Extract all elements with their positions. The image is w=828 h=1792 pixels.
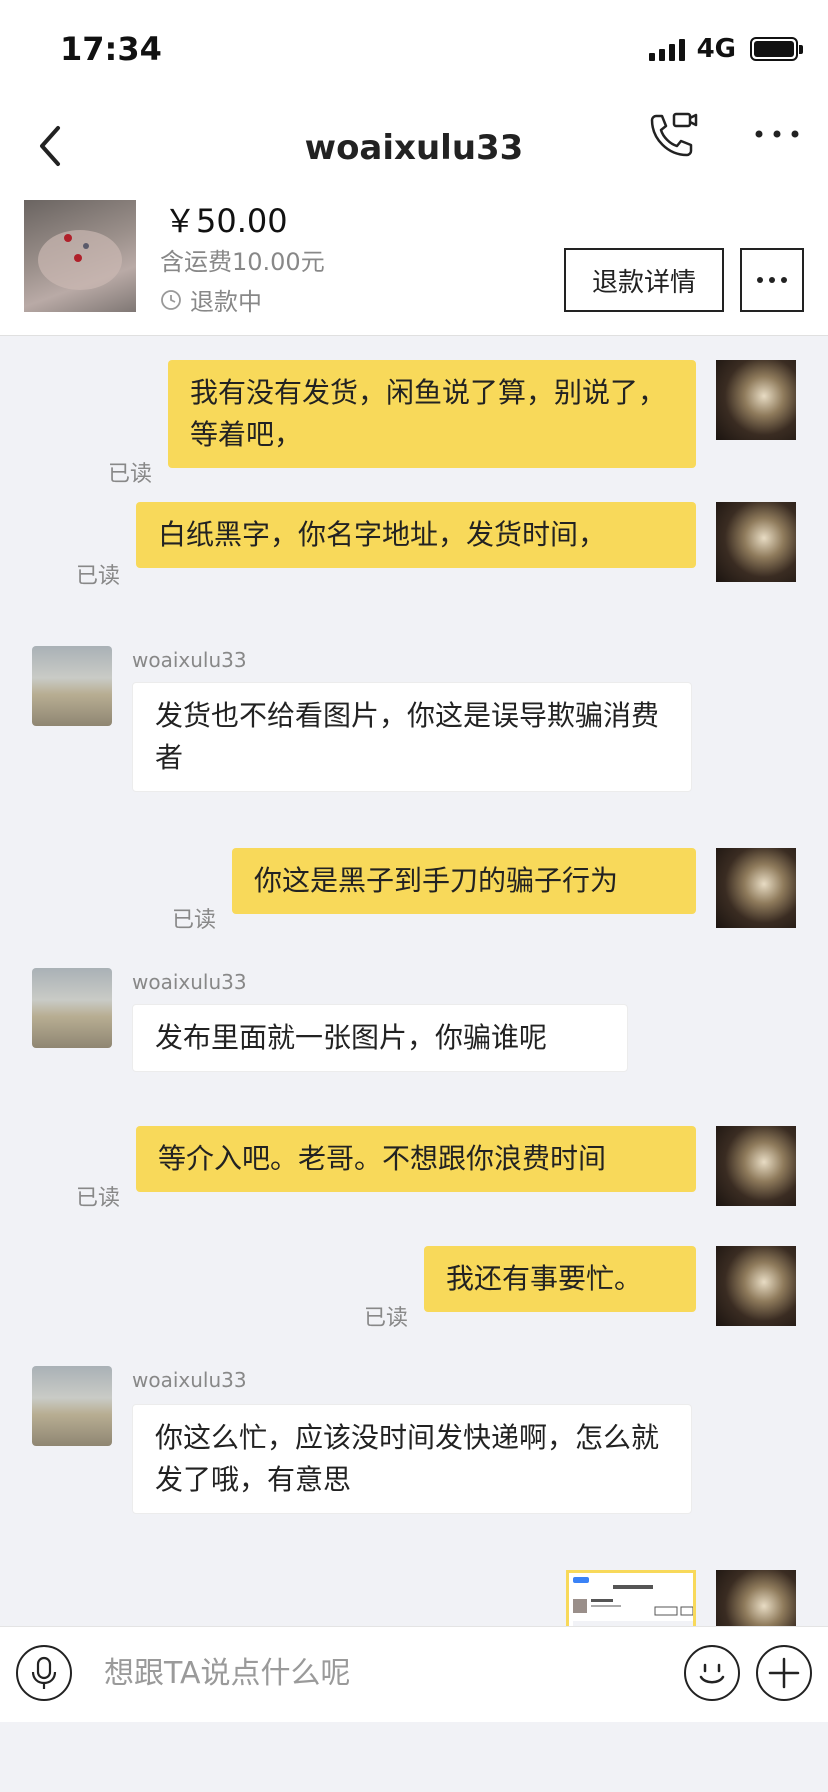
product-shipping: 含运费10.00元: [160, 248, 325, 276]
signal-icon: [648, 37, 685, 61]
product-price: ￥50.00: [164, 202, 288, 240]
read-receipt: 已读: [364, 1306, 409, 1331]
sent-screenshot-image[interactable]: [566, 1570, 696, 1626]
add-attachment-button[interactable]: [756, 1645, 812, 1701]
microphone-icon: [31, 1656, 57, 1689]
message-bubble-mine[interactable]: 白纸黑字，你名字地址，发货时间，: [136, 502, 696, 568]
read-receipt: 已读: [172, 908, 217, 933]
read-receipt: 已读: [76, 564, 121, 589]
sender-name: woaixulu33: [132, 970, 247, 994]
message-bubble-mine[interactable]: 你这是黑子到手刀的骗子行为: [232, 848, 696, 914]
plus-icon: [768, 1657, 800, 1689]
product-card[interactable]: ￥50.00 含运费10.00元 退款中 退款详情: [0, 196, 828, 336]
message-bubble-theirs[interactable]: 发布里面就一张图片，你骗谁呢: [132, 1004, 628, 1072]
refund-details-button[interactable]: 退款详情: [564, 248, 724, 312]
call-button[interactable]: [644, 108, 700, 164]
refund-status: 退款中: [160, 282, 262, 317]
product-image[interactable]: [24, 200, 136, 312]
voice-button[interactable]: [16, 1645, 72, 1701]
message-bubble-mine[interactable]: 我有没有发货，闲鱼说了算，别说了，等着吧，: [168, 360, 696, 468]
product-more-button[interactable]: [740, 248, 804, 312]
my-avatar[interactable]: [716, 848, 796, 928]
sender-name: woaixulu33: [132, 648, 247, 672]
my-avatar[interactable]: [716, 502, 796, 582]
message-bubble-mine[interactable]: 等介入吧。老哥。不想跟你浪费时间: [136, 1126, 696, 1192]
message-input-bar: [0, 1626, 828, 1722]
my-avatar[interactable]: [716, 1570, 796, 1626]
emoji-button[interactable]: [684, 1645, 740, 1701]
chat-messages[interactable]: 我有没有发货，闲鱼说了算，别说了，等着吧， 已读 白纸黑字，你名字地址，发货时间…: [0, 336, 828, 1626]
page-title: woaixulu33: [304, 128, 524, 168]
more-button[interactable]: [752, 124, 802, 144]
network-type: 4G: [696, 34, 736, 64]
status-bar: 17:34 4G: [0, 0, 828, 100]
more-dots-icon: [755, 130, 799, 138]
message-input[interactable]: [104, 1647, 664, 1699]
my-avatar[interactable]: [716, 1126, 796, 1206]
read-receipt: 已读: [76, 1186, 121, 1211]
read-receipt: 已读: [108, 462, 153, 487]
sender-name: woaixulu33: [132, 1368, 247, 1392]
status-indicators: 4G: [648, 34, 803, 64]
my-avatar[interactable]: [716, 360, 796, 440]
more-dots-icon: [757, 277, 763, 283]
their-avatar[interactable]: [32, 1366, 112, 1446]
message-bubble-mine[interactable]: 我还有事要忙。: [424, 1246, 696, 1312]
their-avatar[interactable]: [32, 968, 112, 1048]
home-indicator-area: [0, 1722, 828, 1792]
clock-icon: [161, 289, 181, 310]
message-bubble-theirs[interactable]: 发货也不给看图片，你这是误导欺骗消费者: [132, 682, 692, 792]
video-call-icon: [650, 112, 698, 157]
emoji-icon: [699, 1663, 725, 1684]
message-bubble-theirs[interactable]: 你这么忙，应该没时间发快递啊，怎么就发了哦，有意思: [132, 1404, 692, 1514]
nav-bar: woaixulu33: [0, 100, 828, 196]
battery-icon: [750, 37, 803, 61]
my-avatar[interactable]: [716, 1246, 796, 1326]
status-time: 17:34: [60, 30, 162, 68]
their-avatar[interactable]: [32, 646, 112, 726]
refund-status-label: 退款中: [190, 288, 262, 316]
